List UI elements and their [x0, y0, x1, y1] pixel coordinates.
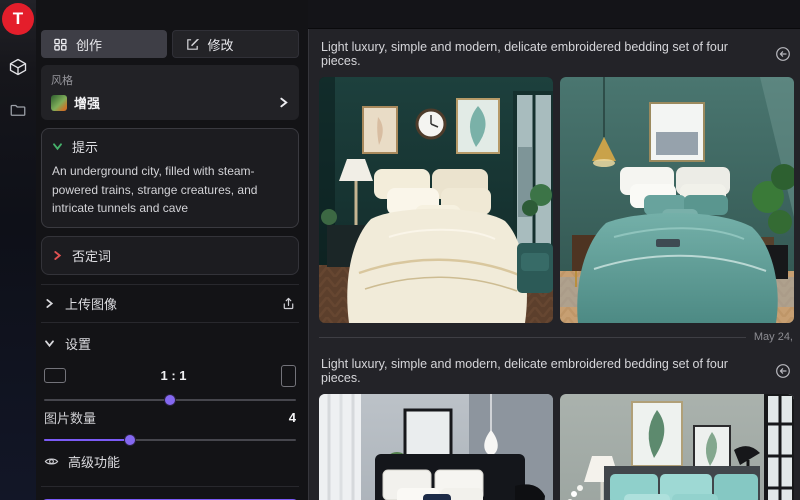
generated-image[interactable] — [319, 77, 553, 323]
reuse-prompt-icon[interactable] — [775, 46, 791, 62]
advanced-features-row[interactable]: 高级功能 — [41, 452, 299, 471]
tab-create-label: 创作 — [76, 35, 102, 54]
negative-header[interactable]: 否定词 — [52, 246, 288, 265]
generation-panel: 创作 修改 风格 增强 提示 An underground city, fill… — [36, 0, 308, 500]
style-label: 风格 — [51, 72, 289, 88]
image-count-control: 图片数量 4 — [44, 408, 296, 427]
date-divider: May 24, — [319, 331, 793, 343]
upload-image-row[interactable]: 上传图像 — [41, 284, 299, 323]
folder-icon[interactable] — [9, 101, 27, 119]
generation-feed[interactable]: Light luxury, simple and modern, delicat… — [308, 29, 800, 500]
result-prompt-text: Light luxury, simple and modern, delicat… — [321, 40, 765, 68]
style-selector[interactable]: 风格 增强 — [41, 65, 299, 120]
slider-thumb[interactable] — [165, 395, 175, 405]
style-value: 增强 — [74, 93, 271, 112]
eye-icon — [44, 454, 59, 469]
settings-header[interactable]: 设置 — [41, 325, 299, 362]
aspect-ratio-value: 1 : 1 — [66, 368, 281, 383]
divider-line — [319, 337, 746, 338]
negative-section: 否定词 — [41, 236, 299, 275]
tab-modify[interactable]: 修改 — [172, 30, 300, 58]
app-window: T 创作 修改 风格 增强 — [0, 0, 800, 500]
result-prompt-row: Light luxury, simple and modern, delicat… — [319, 343, 793, 394]
model-cube-icon[interactable] — [8, 57, 28, 77]
nav-rail: T — [0, 0, 36, 500]
upload-icon[interactable] — [281, 296, 296, 311]
prompt-input[interactable]: An underground city, filled with steam-p… — [52, 162, 288, 218]
image-count-label: 图片数量 — [44, 408, 96, 427]
main-area: Light luxury, simple and modern, delicat… — [308, 0, 800, 500]
main-header — [308, 0, 800, 29]
advanced-label: 高级功能 — [68, 452, 120, 471]
date-label: May 24, — [754, 331, 793, 343]
style-thumbnail — [51, 95, 67, 111]
generated-image[interactable] — [319, 394, 553, 500]
prompt-section: 提示 An underground city, filled with stea… — [41, 128, 299, 228]
landscape-ratio-icon[interactable] — [44, 368, 66, 383]
chevron-down-icon — [44, 338, 55, 349]
image-count-value: 4 — [289, 410, 296, 425]
chevron-right-icon — [278, 97, 289, 108]
generated-image[interactable] — [560, 77, 794, 323]
tab-modify-label: 修改 — [208, 35, 234, 54]
aspect-ratio-control: 1 : 1 — [44, 365, 296, 387]
upload-label: 上传图像 — [65, 294, 117, 313]
portrait-ratio-icon[interactable] — [281, 365, 296, 387]
negative-label: 否定词 — [72, 246, 111, 265]
reuse-prompt-icon[interactable] — [775, 363, 791, 379]
chevron-right-icon — [44, 298, 55, 309]
prompt-header[interactable]: 提示 — [52, 137, 288, 156]
result-grid — [319, 394, 793, 500]
result-prompt-row: Light luxury, simple and modern, delicat… — [319, 35, 793, 77]
chevron-down-icon — [52, 141, 63, 152]
tab-create[interactable]: 创作 — [41, 30, 167, 58]
settings-label: 设置 — [65, 334, 91, 353]
generated-image[interactable] — [560, 394, 794, 500]
prompt-label: 提示 — [72, 137, 98, 156]
chevron-right-icon — [52, 250, 63, 261]
mode-tabs: 创作 修改 — [41, 30, 299, 58]
result-grid — [319, 77, 793, 323]
slider-thumb[interactable] — [125, 435, 135, 445]
brand-logo[interactable]: T — [2, 3, 34, 35]
result-prompt-text: Light luxury, simple and modern, delicat… — [321, 357, 765, 385]
